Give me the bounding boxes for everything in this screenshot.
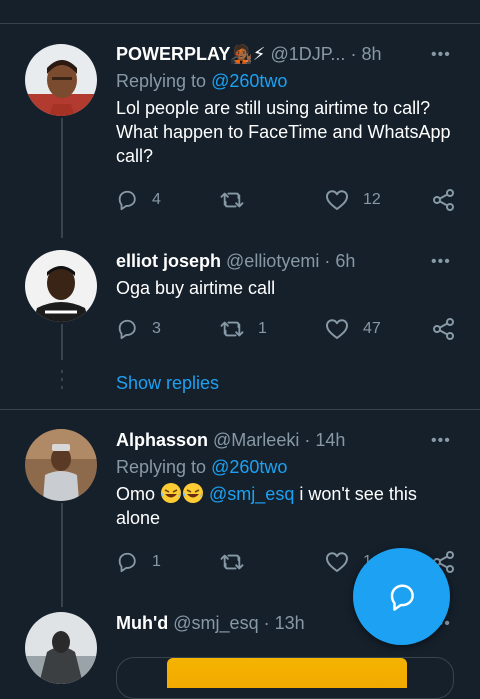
name-emoji: 🧑🏾‍🎤⚡ [230, 44, 266, 64]
compose-reply-icon [390, 584, 414, 611]
thread-connector [61, 118, 63, 238]
share-icon [433, 318, 454, 340]
replying-to: Replying to @260two [116, 456, 287, 478]
media-image [167, 658, 407, 688]
separator-dot: · [263, 613, 270, 633]
tweet-header: POWERPLAY🧑🏾‍🎤⚡ @1DJP... · 8h [116, 43, 381, 65]
retweet-button[interactable]: 1 [220, 318, 267, 340]
heart-icon [326, 190, 348, 210]
separator-dot: · [304, 430, 311, 450]
top-divider [0, 23, 480, 24]
more-options-icon[interactable]: ••• [431, 47, 451, 63]
separator-dot: · [350, 44, 357, 64]
timestamp[interactable]: 14h [315, 430, 345, 450]
heart-icon [326, 552, 348, 572]
tweet-header: Muh'd @smj_esq · 13h [116, 612, 305, 634]
mention-link[interactable]: @smj_esq [209, 484, 294, 504]
replying-label: Replying to [116, 71, 212, 91]
author-handle[interactable]: @elliotyemi [226, 251, 319, 271]
thread-connector [61, 503, 63, 607]
avatar-powerplay[interactable] [25, 44, 97, 116]
reply-count: 4 [152, 191, 161, 208]
avatar-muhd[interactable] [25, 612, 97, 684]
reply-button[interactable]: 1 [116, 551, 161, 573]
retweet-count: 1 [258, 320, 267, 337]
like-count: 47 [363, 320, 381, 337]
retweet-icon [220, 192, 244, 208]
like-button[interactable]: 12 [325, 189, 381, 211]
replying-to-link[interactable]: @260two [211, 457, 287, 477]
reply-count: 3 [152, 320, 161, 337]
laughing-tears-emoji [161, 483, 182, 503]
tweet-text: Omo @smj_esq i won't see this alone [116, 482, 446, 530]
separator-dot: · [324, 251, 331, 271]
author-name[interactable]: Muh'd [116, 613, 168, 633]
reply-icon [118, 190, 136, 211]
thread-dots [61, 370, 63, 373]
reply-icon [118, 319, 136, 340]
author-name[interactable]: elliot joseph [116, 251, 221, 271]
tweet-header: elliot joseph @elliotyemi · 6h [116, 250, 355, 272]
tweet-media-preview[interactable] [116, 657, 454, 699]
retweet-button[interactable] [220, 189, 258, 211]
tweet-text: Oga buy airtime call [116, 278, 276, 298]
author-name[interactable]: POWERPLAY [116, 44, 230, 64]
reply-count: 1 [152, 553, 161, 570]
thread-dots [61, 378, 63, 381]
timestamp[interactable]: 8h [361, 44, 381, 64]
reply-icon [118, 552, 136, 573]
avatar-elliot[interactable] [25, 250, 97, 322]
tweet-actions: 3 1 47 [116, 318, 456, 342]
replying-to: Replying to @260two [116, 70, 287, 92]
share-button[interactable] [432, 189, 456, 211]
compose-reply-button[interactable] [353, 548, 450, 645]
like-count: 12 [363, 191, 381, 208]
show-replies-link[interactable]: Show replies [116, 373, 219, 394]
thread-connector [61, 324, 63, 360]
avatar-alphasson[interactable] [25, 429, 97, 501]
section-divider [0, 409, 480, 410]
tweet-actions: 4 12 [116, 189, 456, 213]
retweet-icon [220, 321, 244, 337]
retweet-button[interactable] [220, 551, 258, 573]
tweet-text-prefix: Omo [116, 484, 161, 504]
author-handle[interactable]: @1DJP... [270, 44, 345, 64]
timestamp[interactable]: 13h [275, 613, 305, 633]
author-handle[interactable]: @Marleeki [213, 430, 299, 450]
timestamp[interactable]: 6h [335, 251, 355, 271]
share-button[interactable] [432, 318, 456, 340]
heart-icon [326, 319, 348, 339]
more-options-icon[interactable]: ••• [431, 254, 451, 270]
thread-dots [61, 386, 63, 389]
reply-button[interactable]: 3 [116, 318, 161, 340]
tweet-text: Lol people are still using airtime to ca… [116, 98, 451, 166]
author-handle[interactable]: @smj_esq [173, 613, 258, 633]
retweet-icon [220, 554, 244, 570]
like-button[interactable]: 47 [325, 318, 381, 340]
share-icon [433, 189, 454, 211]
reply-button[interactable]: 4 [116, 189, 161, 211]
author-name[interactable]: Alphasson [116, 430, 208, 450]
replying-label: Replying to [116, 457, 212, 477]
more-options-icon[interactable]: ••• [431, 433, 451, 449]
laughing-tears-emoji [183, 483, 204, 503]
replying-to-link[interactable]: @260two [211, 71, 287, 91]
tweet-header: Alphasson @Marleeki · 14h [116, 429, 345, 451]
